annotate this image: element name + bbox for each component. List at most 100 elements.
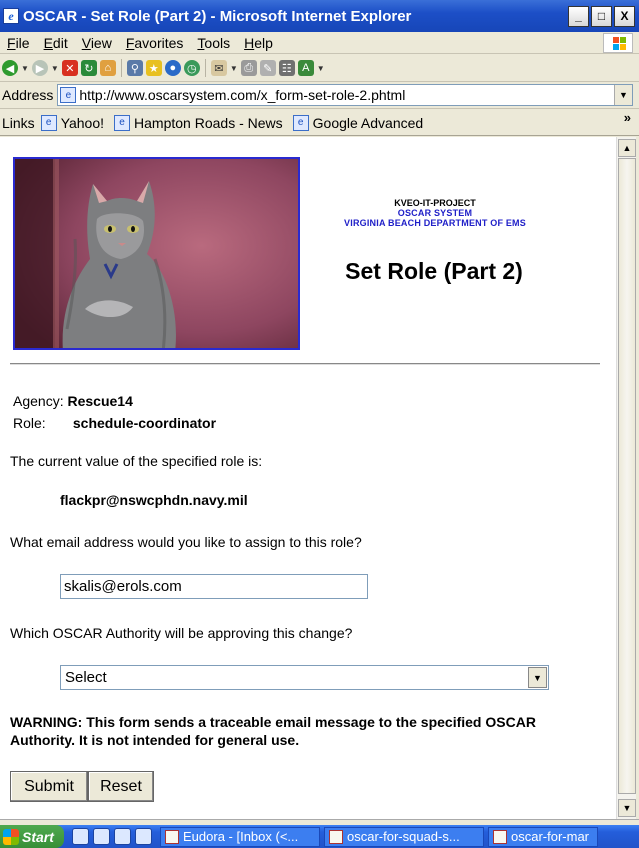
task-label[interactable]: oscar-for-squad-s... [347, 829, 460, 844]
link-label[interactable]: Yahoo! [61, 115, 104, 131]
forward-dropdown-icon[interactable]: ▼ [51, 64, 59, 73]
windows-flag-icon [3, 828, 19, 845]
task-label[interactable]: Eudora - [Inbox (<... [183, 829, 298, 844]
chevron-down-icon[interactable]: ▼ [528, 667, 547, 688]
address-dropdown-icon[interactable]: ▼ [614, 85, 632, 105]
messenger-icon[interactable]: A [297, 60, 314, 76]
department-name: VIRGINIA BEACH DEPARTMENT OF EMS [344, 218, 526, 228]
media-icon[interactable]: ● [164, 60, 181, 76]
authority-selected[interactable]: Select [65, 669, 107, 686]
link-google-advanced[interactable]: e Google Advanced [292, 114, 424, 131]
back-dropdown-icon[interactable]: ▼ [21, 64, 29, 73]
menu-bar: File Edit View Favorites Tools Help [0, 32, 639, 54]
print-icon[interactable]: ⎙ [240, 60, 257, 76]
search-icon[interactable]: ⚲ [126, 60, 143, 76]
document-icon [329, 829, 343, 844]
email-question: What email address would you like to ass… [10, 534, 362, 550]
maximize-button[interactable]: □ [591, 5, 612, 27]
back-icon[interactable]: ◀ [2, 60, 18, 76]
toolbar-separator [120, 59, 122, 77]
scroll-thumb[interactable] [618, 158, 636, 794]
window-title: OSCAR - Set Role (Part 2) - Microsoft In… [23, 7, 412, 25]
taskbar: Start Eudora - [Inbox (<... oscar-for-sq… [0, 825, 639, 848]
role-label: Role: [13, 415, 46, 431]
address-url[interactable]: http://www.oscarsystem.com/x_form-set-ro… [79, 87, 405, 103]
authority-select[interactable]: Select ▼ [60, 665, 549, 690]
address-bar: Address e http://www.oscarsystem.com/x_f… [0, 82, 639, 109]
discuss-icon[interactable]: ☷ [278, 60, 295, 76]
submit-button[interactable]: Submit [10, 771, 88, 802]
current-value-text: The current value of the specified role … [10, 453, 263, 469]
vertical-scrollbar[interactable]: ▲ ▼ [616, 137, 636, 819]
cat-photo-image [15, 159, 298, 348]
menu-help[interactable]: Help [237, 35, 280, 51]
menu-favorites[interactable]: Favorites [119, 35, 191, 51]
current-value: flackpr@nswcphdn.navy.mil [60, 492, 248, 508]
task-oscar-squad[interactable]: oscar-for-squad-s... [324, 826, 484, 847]
scroll-up-icon[interactable]: ▲ [618, 139, 636, 157]
start-button[interactable]: Start [0, 825, 64, 848]
document-icon [493, 829, 507, 844]
project-name: KVEO-IT-PROJECT [394, 198, 476, 208]
windows-logo-icon [603, 33, 633, 53]
link-page-icon: e [40, 114, 57, 131]
divider [10, 363, 600, 365]
page-title: Set Role (Part 2) [345, 258, 523, 284]
menu-edit[interactable]: Edit [37, 35, 75, 51]
page-icon: e [60, 87, 77, 103]
link-yahoo[interactable]: e Yahoo! [40, 114, 104, 131]
reset-button[interactable]: Reset [88, 771, 154, 802]
forward-icon[interactable]: ▶ [31, 60, 48, 76]
mail-icon[interactable]: ✉ [210, 60, 227, 76]
minimize-button[interactable]: _ [568, 5, 589, 27]
menu-tools[interactable]: Tools [190, 35, 237, 51]
task-label[interactable]: oscar-for-mar [511, 829, 589, 844]
task-oscar-mar[interactable]: oscar-for-mar [488, 826, 598, 847]
chevron-more-icon[interactable]: » [624, 110, 631, 125]
toolbar: ◀ ▼ ▶ ▼ ✕ ↻ ⌂ ⚲ ★ ● ◷ ✉ ▼ ⎙ ✎ ☷ A ▼ [0, 55, 639, 82]
agency-row: Agency: Rescue14 [13, 393, 133, 409]
link-page-icon: e [292, 114, 309, 131]
link-label[interactable]: Google Advanced [313, 115, 424, 131]
menu-file[interactable]: File [0, 35, 37, 51]
menu-view[interactable]: View [75, 35, 119, 51]
title-bar: e OSCAR - Set Role (Part 2) - Microsoft … [0, 0, 639, 32]
address-input[interactable]: e http://www.oscarsystem.com/x_form-set-… [57, 84, 633, 106]
history-icon[interactable]: ◷ [183, 60, 200, 76]
refresh-icon[interactable]: ↻ [80, 60, 97, 76]
agency-label: Agency: [13, 393, 64, 409]
ie-quicklaunch-icon[interactable] [93, 828, 110, 845]
desktop-icon[interactable] [72, 828, 89, 845]
edit-icon[interactable]: ✎ [259, 60, 276, 76]
page-content: KVEO-IT-PROJECT OSCAR SYSTEM VIRGINIA BE… [0, 137, 616, 819]
warning-text: WARNING: This form sends a traceable ema… [10, 714, 536, 748]
cat-photo [13, 157, 300, 350]
links-bar: Links e Yahoo! e Hampton Roads - News e … [0, 110, 639, 136]
address-label: Address [2, 87, 54, 103]
favorites-icon[interactable]: ★ [145, 60, 162, 76]
link-page-icon: e [114, 114, 131, 131]
folder-icon[interactable] [114, 828, 131, 845]
scroll-down-icon[interactable]: ▼ [618, 799, 636, 817]
link-hampton-roads-news[interactable]: e Hampton Roads - News [114, 114, 283, 131]
ie-icon: e [3, 8, 19, 24]
links-label: Links [2, 114, 35, 131]
org-header: KVEO-IT-PROJECT OSCAR SYSTEM VIRGINIA BE… [320, 198, 550, 228]
start-label: Start [22, 828, 54, 845]
mail-dropdown-icon[interactable]: ▼ [230, 64, 238, 73]
home-icon[interactable]: ⌂ [99, 60, 116, 76]
quick-launch [72, 828, 152, 845]
email-input[interactable] [60, 574, 368, 599]
close-button[interactable]: X [614, 5, 635, 27]
role-value: schedule-coordinator [72, 415, 217, 431]
messenger-dropdown-icon[interactable]: ▼ [317, 64, 325, 73]
stop-icon[interactable]: ✕ [61, 60, 78, 76]
task-eudora[interactable]: Eudora - [Inbox (<... [160, 826, 320, 847]
media-player-icon[interactable] [135, 828, 152, 845]
eudora-icon [165, 829, 179, 844]
system-name: OSCAR SYSTEM [397, 208, 473, 218]
link-label[interactable]: Hampton Roads - News [134, 115, 283, 131]
authority-question: Which OSCAR Authority will be approving … [10, 625, 353, 641]
agency-value: Rescue14 [67, 393, 133, 409]
role-row: Role: schedule-coordinator [13, 415, 216, 431]
